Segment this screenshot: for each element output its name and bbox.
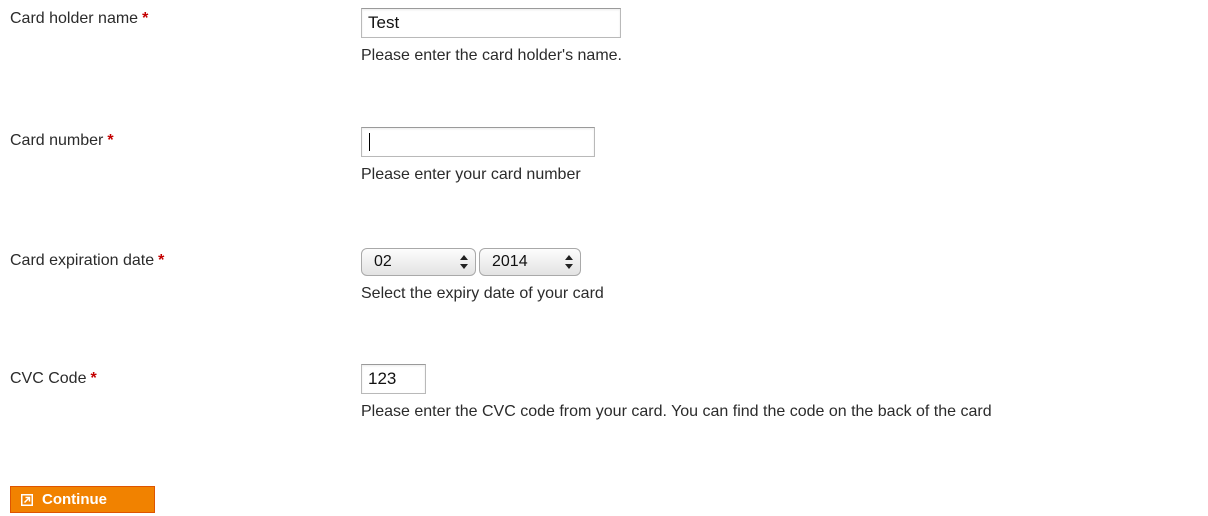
card-number-label: Card number * xyxy=(10,132,114,150)
up-down-arrows-icon xyxy=(565,255,573,269)
expiry-month-value: 02 xyxy=(374,253,392,270)
expiration-field: 02 2014 xyxy=(361,248,583,276)
card-number-label-text: Card number xyxy=(10,132,104,149)
cvc-hint: Please enter the CVC code from your card… xyxy=(361,403,992,420)
continue-arrow-icon xyxy=(21,493,33,506)
card-holder-input[interactable] xyxy=(361,8,621,38)
card-number-field xyxy=(361,127,595,157)
required-marker: * xyxy=(142,10,149,27)
card-holder-field xyxy=(361,8,621,38)
expiry-month-select[interactable]: 02 xyxy=(361,248,476,276)
required-marker: * xyxy=(107,132,114,149)
continue-button[interactable]: Continue xyxy=(10,486,155,513)
cvc-input[interactable] xyxy=(361,364,426,394)
text-cursor xyxy=(369,133,370,151)
card-holder-label-text: Card holder name xyxy=(10,10,139,27)
required-marker: * xyxy=(90,370,97,387)
expiration-label: Card expiration date * xyxy=(10,252,164,270)
cvc-label-text: CVC Code xyxy=(10,370,87,387)
cvc-field xyxy=(361,364,426,394)
required-marker: * xyxy=(158,252,165,269)
expiry-year-select[interactable]: 2014 xyxy=(479,248,581,276)
continue-button-label: Continue xyxy=(42,491,107,508)
expiration-hint: Select the expiry date of your card xyxy=(361,285,604,302)
expiry-year-value: 2014 xyxy=(492,253,528,270)
card-holder-label: Card holder name * xyxy=(10,10,148,28)
expiration-label-text: Card expiration date xyxy=(10,252,155,269)
up-down-arrows-icon xyxy=(460,255,468,269)
card-number-input[interactable] xyxy=(361,127,595,157)
card-number-hint: Please enter your card number xyxy=(361,166,581,183)
card-holder-hint: Please enter the card holder's name. xyxy=(361,47,622,64)
cvc-label: CVC Code * xyxy=(10,370,97,388)
payment-card-form: Card holder name* Please enter the card … xyxy=(0,0,1208,516)
